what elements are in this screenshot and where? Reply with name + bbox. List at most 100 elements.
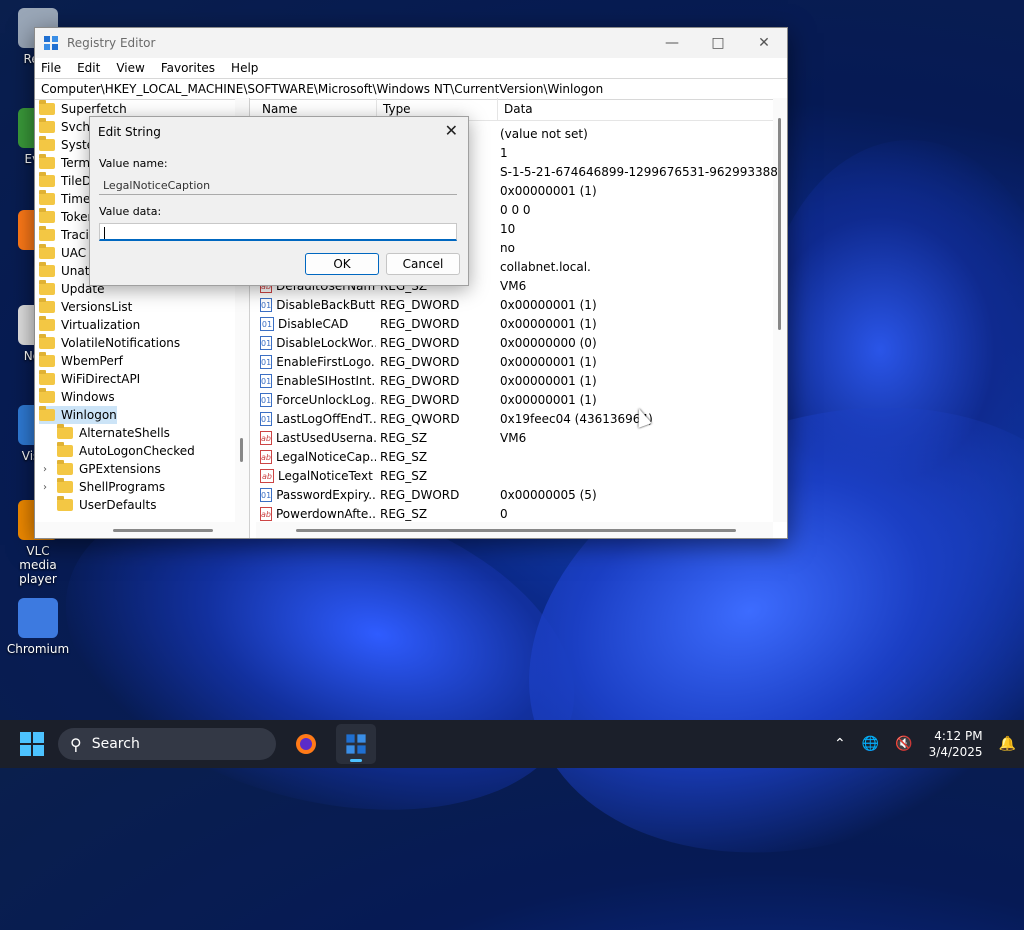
expand-chevron-icon[interactable]: › xyxy=(43,482,53,493)
value-type: REG_DWORD xyxy=(380,316,460,331)
close-button[interactable]: ✕ xyxy=(741,28,787,58)
tree-node-label: Superfetch xyxy=(61,102,127,116)
value-row[interactable]: 01 ForceUnlockLog... REG_DWORD 0x00000001 (… xyxy=(256,390,597,409)
minimize-button[interactable]: — xyxy=(649,28,695,58)
ok-button[interactable]: OK xyxy=(305,253,379,275)
value-data: (value not set) xyxy=(500,126,588,141)
clock[interactable]: 4:12 PM 3/4/2025 xyxy=(929,728,983,760)
start-button[interactable] xyxy=(20,732,44,756)
tree-node[interactable]: Winlogon xyxy=(39,406,117,424)
value-type: REG_SZ xyxy=(380,449,428,464)
value-row[interactable]: ab LegalNoticeCap... REG_SZ xyxy=(256,447,500,466)
menu-help[interactable]: Help xyxy=(231,61,258,75)
binary-value-icon: 01 xyxy=(260,487,273,502)
dialog-close-button[interactable]: ✕ xyxy=(445,121,458,140)
tree-node[interactable]: VersionsList xyxy=(39,298,132,316)
value-name: DisableCAD xyxy=(278,316,349,331)
value-row[interactable]: 01 DisableCAD REG_DWORD 0x00000001 (1) xyxy=(256,314,597,333)
tree-node[interactable]: WiFiDirectAPI xyxy=(39,370,140,388)
tree-node[interactable]: UserDefaults xyxy=(43,496,156,514)
value-row[interactable]: 01 EnableSIHostInt... REG_DWORD 0x00000001 … xyxy=(256,371,597,390)
value-data: 0x00000001 (1) xyxy=(500,354,597,369)
menu-favorites[interactable]: Favorites xyxy=(161,61,215,75)
menu-view[interactable]: View xyxy=(116,61,144,75)
menu-file[interactable]: File xyxy=(41,61,61,75)
value-type: REG_DWORD xyxy=(380,297,460,312)
value-row[interactable]: 01 DisableLockWor... REG_DWORD 0x00000000 (… xyxy=(256,333,597,352)
tree-node[interactable]: Tracin xyxy=(39,226,96,244)
tree-node[interactable]: Termi xyxy=(39,154,93,172)
value-type: REG_DWORD xyxy=(380,392,460,407)
value-data: S-1-5-21-674646899-1299676531-962993388 xyxy=(500,164,778,179)
network-icon[interactable]: 🌐 xyxy=(862,736,879,752)
taskbar-registry-editor[interactable] xyxy=(336,724,376,764)
value-row[interactable]: 01 DisableBackButt... REG_DWORD 0x00000001 … xyxy=(256,295,597,314)
maximize-button[interactable]: □ xyxy=(695,28,741,58)
string-value-icon: ab xyxy=(260,468,274,483)
folder-icon xyxy=(57,442,73,457)
value-data: 0x00000001 (1) xyxy=(500,392,597,407)
tree-node[interactable]: › ShellPrograms xyxy=(43,478,165,496)
taskbar-search[interactable]: ⚲ Search xyxy=(58,728,276,760)
value-data: 0 xyxy=(500,506,508,521)
tree-node[interactable]: VolatileNotifications xyxy=(39,334,180,352)
address-bar[interactable]: Computer\HKEY_LOCAL_MACHINE\SOFTWARE\Mic… xyxy=(35,78,787,100)
value-row[interactable]: 01 EnableFirstLogo... REG_DWORD 0x00000001 … xyxy=(256,352,597,371)
value-row[interactable]: 01 LastLogOffEndT... REG_QWORD 0x19feec04 (… xyxy=(256,409,653,428)
notification-bell-icon[interactable]: 🔔 xyxy=(999,736,1016,752)
tree-node[interactable]: › GPExtensions xyxy=(43,460,161,478)
folder-icon xyxy=(39,352,55,367)
value-data: VM6 xyxy=(500,278,527,293)
string-value-icon: ab xyxy=(260,506,272,521)
tree-node[interactable]: WbemPerf xyxy=(39,352,123,370)
firefox-icon xyxy=(296,734,316,754)
tree-node[interactable]: Time xyxy=(39,190,90,208)
registry-editor-icon xyxy=(44,36,58,50)
tree-node[interactable]: Unatt xyxy=(39,262,94,280)
value-data: 0x00000005 (5) xyxy=(500,487,597,502)
desktop-icon-label: VLC media player xyxy=(19,544,57,586)
tree-node[interactable]: Windows xyxy=(39,388,115,406)
value-row[interactable]: ab PowerdownAfte... REG_SZ 0 xyxy=(256,504,508,523)
value-row[interactable]: ab LegalNoticeText REG_SZ xyxy=(256,466,500,485)
folder-icon xyxy=(39,280,55,295)
clock-time: 4:12 PM xyxy=(934,729,983,743)
value-name: DisableLockWor... xyxy=(276,335,376,350)
value-type: REG_DWORD xyxy=(380,373,460,388)
folder-icon xyxy=(39,388,55,403)
desktop-icon[interactable]: Chromium xyxy=(6,598,70,656)
menu-edit[interactable]: Edit xyxy=(77,61,100,75)
value-name: LegalNoticeCap... xyxy=(275,449,376,464)
tree-node[interactable]: AutoLogonChecked xyxy=(43,442,195,460)
cancel-button[interactable]: Cancel xyxy=(386,253,460,275)
tree-node-label: UAC xyxy=(61,246,87,260)
search-icon: ⚲ xyxy=(70,734,82,754)
tree-node[interactable]: UAC xyxy=(39,244,86,262)
tree-node[interactable]: Token xyxy=(39,208,95,226)
tree-node[interactable]: Virtualization xyxy=(39,316,140,334)
value-data-input[interactable] xyxy=(99,223,457,241)
binary-value-icon: 01 xyxy=(260,297,273,312)
value-data: 1 xyxy=(500,145,508,160)
chevron-up-icon[interactable]: ⌃ xyxy=(834,736,846,752)
value-type: REG_DWORD xyxy=(380,335,460,350)
value-name: LastLogOffEndT... xyxy=(276,411,376,426)
taskbar-firefox[interactable] xyxy=(286,724,326,764)
column-data[interactable]: Data xyxy=(498,98,764,120)
volume-icon[interactable]: 🔇 xyxy=(895,736,912,752)
tree-node[interactable]: AlternateShells xyxy=(43,424,170,442)
app-icon xyxy=(18,598,58,638)
list-horizontal-scrollbar[interactable] xyxy=(256,522,773,538)
value-name: EnableFirstLogo... xyxy=(276,354,376,369)
title-bar[interactable]: Registry Editor — □ ✕ xyxy=(35,28,787,58)
value-data-label: Value data: xyxy=(99,205,162,218)
value-row[interactable]: ab LastUsedUserna... REG_SZ VM6 xyxy=(256,428,526,447)
folder-icon xyxy=(39,370,55,385)
folder-icon xyxy=(39,244,55,259)
folder-icon xyxy=(39,406,55,421)
value-name-label: Value name: xyxy=(99,157,168,170)
value-data: 0x00000001 (1) xyxy=(500,316,597,331)
tree-horizontal-scrollbar[interactable] xyxy=(35,522,249,538)
expand-chevron-icon[interactable]: › xyxy=(43,464,53,475)
value-row[interactable]: 01 PasswordExpiry... REG_DWORD 0x00000005 (… xyxy=(256,485,597,504)
